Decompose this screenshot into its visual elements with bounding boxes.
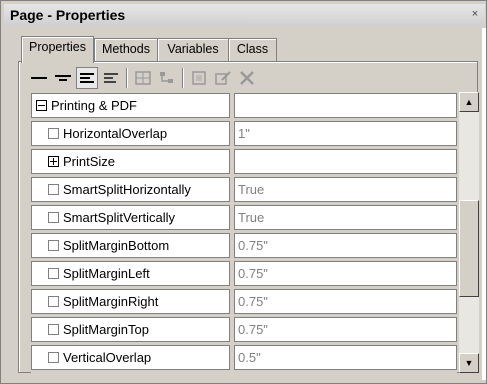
property-value-cell[interactable]: 0.75" [234, 317, 457, 342]
arrow-up-icon: ▲ [464, 96, 474, 107]
align-lines-icon [80, 73, 94, 83]
property-value-cell[interactable] [234, 149, 457, 174]
tab-class[interactable]: Class [228, 38, 277, 61]
property-value-cell[interactable] [234, 93, 457, 118]
property-name-cell[interactable]: SmartSplitVertically [31, 205, 230, 230]
property-checkbox-icon [48, 184, 59, 195]
property-value-cell[interactable]: 1" [234, 121, 457, 146]
grid-button[interactable] [132, 67, 154, 89]
property-name: SplitMarginTop [63, 322, 149, 337]
single-line-icon [31, 77, 47, 79]
scroll-up-button[interactable]: ▲ [459, 92, 479, 112]
property-name-cell[interactable]: PrintSize [31, 149, 230, 174]
tab-properties[interactable]: Properties [21, 36, 94, 63]
short-lines-icon [55, 75, 71, 81]
property-name: SplitMarginRight [63, 294, 159, 309]
property-grid: Printing & PDF HorizontalOverlap 1" Prin… [31, 92, 457, 374]
property-row[interactable]: SplitMarginRight 0.75" [31, 288, 457, 314]
left-align-lines-icon [104, 73, 118, 83]
grid-icon [135, 71, 151, 85]
property-checkbox-icon [48, 240, 59, 251]
property-checkbox-icon [48, 324, 59, 335]
property-checkbox-icon [48, 268, 59, 279]
property-row[interactable]: HorizontalOverlap 1" [31, 120, 457, 146]
single-line-button[interactable] [28, 67, 50, 89]
scroll-down-button[interactable]: ▼ [459, 353, 479, 373]
property-row[interactable]: SplitMarginBottom 0.75" [31, 232, 457, 258]
edit-button[interactable] [212, 67, 234, 89]
page-icon [192, 71, 206, 85]
property-name-cell[interactable]: HorizontalOverlap [31, 121, 230, 146]
property-value-cell[interactable]: True [234, 177, 457, 202]
short-lines-button[interactable] [52, 67, 74, 89]
property-name: SplitMarginLeft [63, 266, 150, 281]
property-checkbox-icon [48, 296, 59, 307]
property-name: SmartSplitVertically [63, 210, 175, 225]
property-name-cell[interactable]: Printing & PDF [31, 93, 230, 118]
property-name: SplitMarginBottom [63, 238, 170, 253]
property-checkbox-icon [48, 128, 59, 139]
property-row[interactable]: Printing & PDF [31, 92, 457, 118]
page-button[interactable] [188, 67, 210, 89]
toolbar-separator [126, 68, 127, 88]
window-title: Page - Properties [10, 7, 126, 23]
property-row[interactable]: SmartSplitVertically True [31, 204, 457, 230]
align-lines-button[interactable] [76, 67, 98, 89]
tab-methods[interactable]: Methods [94, 38, 158, 61]
property-name-cell[interactable]: SmartSplitHorizontally [31, 177, 230, 202]
property-row[interactable]: PrintSize [31, 148, 457, 174]
delete-icon [240, 71, 254, 85]
scroll-thumb[interactable] [459, 200, 479, 297]
property-value-cell[interactable]: True [234, 205, 457, 230]
property-row[interactable]: VerticalOverlap 0.5" [31, 344, 457, 370]
property-value-cell[interactable]: 0.75" [234, 261, 457, 286]
property-name: VerticalOverlap [63, 350, 152, 365]
property-value-cell[interactable]: 0.75" [234, 233, 457, 258]
vertical-scrollbar[interactable]: ▲ ▼ [459, 92, 479, 373]
edit-icon [215, 71, 231, 85]
property-checkbox-icon [48, 352, 59, 363]
properties-window: Page - Properties × Properties Methods V… [0, 0, 487, 384]
property-name: SmartSplitHorizontally [63, 182, 191, 197]
arrow-down-icon: ▼ [464, 357, 474, 368]
tab-variables[interactable]: Variables [157, 38, 229, 61]
collapse-icon[interactable] [36, 100, 47, 111]
tree-button[interactable] [156, 67, 178, 89]
property-name: HorizontalOverlap [63, 126, 168, 141]
property-name-cell[interactable]: VerticalOverlap [31, 345, 230, 370]
property-name-cell[interactable]: SplitMarginBottom [31, 233, 230, 258]
property-value-cell[interactable]: 0.5" [234, 345, 457, 370]
property-value-cell[interactable]: 0.75" [234, 289, 457, 314]
property-row[interactable]: SmartSplitHorizontally True [31, 176, 457, 202]
property-name: PrintSize [63, 154, 116, 169]
property-row[interactable]: SplitMarginLeft 0.75" [31, 260, 457, 286]
close-button[interactable]: × [469, 8, 481, 20]
delete-button[interactable] [236, 67, 258, 89]
property-name-cell[interactable]: SplitMarginLeft [31, 261, 230, 286]
window-edge [482, 28, 486, 380]
property-checkbox-icon [48, 212, 59, 223]
property-name-cell[interactable]: SplitMarginTop [31, 317, 230, 342]
property-row[interactable]: SplitMarginTop 0.75" [31, 316, 457, 342]
title-bar[interactable]: Page - Properties × [4, 4, 485, 26]
property-name-cell[interactable]: SplitMarginRight [31, 289, 230, 314]
tree-icon [160, 72, 173, 83]
expand-icon[interactable] [48, 156, 59, 167]
left-align-button[interactable] [100, 67, 122, 89]
toolbar-separator [182, 68, 183, 88]
property-name: Printing & PDF [51, 98, 137, 113]
